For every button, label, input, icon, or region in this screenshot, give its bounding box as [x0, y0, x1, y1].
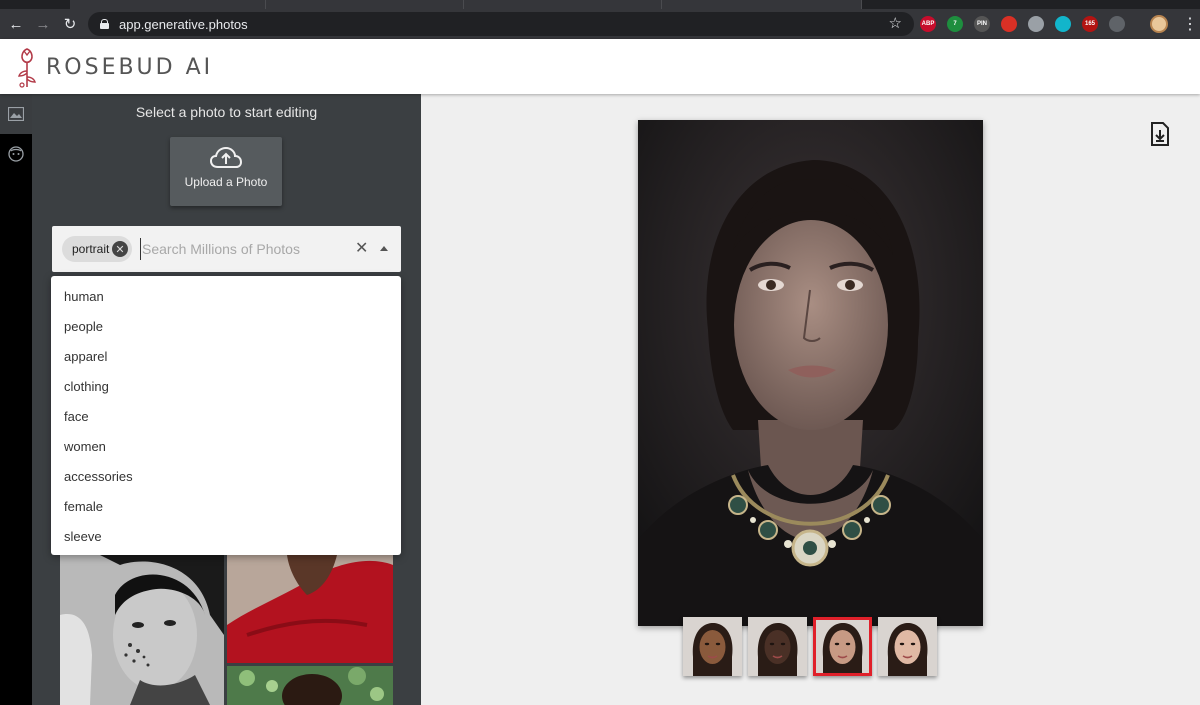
- search-input[interactable]: [140, 238, 340, 260]
- extension-green-icon[interactable]: 7: [947, 16, 963, 32]
- browser-tab[interactable]: [464, 0, 662, 9]
- photo-panel: Select a photo to start editing Upload a…: [32, 94, 421, 705]
- forward-arrow-icon[interactable]: →: [32, 13, 54, 35]
- gallery-photo-curly-hair[interactable]: [227, 666, 393, 705]
- photos-tool-button[interactable]: [0, 94, 32, 134]
- upload-photo-label: Upload a Photo: [184, 175, 268, 189]
- search-tag-label: portrait: [72, 242, 110, 256]
- teal-ext-icon[interactable]: [1055, 16, 1071, 32]
- face-icon: [8, 146, 24, 162]
- app-header: ROSEBUD AI: [0, 39, 1200, 94]
- profile-avatar[interactable]: [1150, 15, 1168, 33]
- adblock-plus-icon[interactable]: ABP: [920, 16, 936, 32]
- extensions-bar: ABP 7 PIN 165 ⋮: [920, 13, 1198, 35]
- main-portrait-photo[interactable]: [638, 120, 983, 626]
- search-suggestions-dropdown: human people apparel clothing face women acces…: [51, 276, 401, 555]
- tool-rail: [0, 94, 32, 705]
- face-thumbnail-2[interactable]: [748, 617, 807, 676]
- face-thumbnail-4[interactable]: [878, 617, 937, 676]
- suggestion-item[interactable]: sleeve: [51, 522, 401, 552]
- suggestion-item[interactable]: face: [51, 402, 401, 432]
- suggestion-item[interactable]: female: [51, 492, 401, 522]
- remove-tag-icon[interactable]: ✕: [112, 241, 128, 257]
- grey-ext-icon[interactable]: [1028, 16, 1044, 32]
- suggestion-item[interactable]: accessories: [51, 462, 401, 492]
- browser-tab[interactable]: [266, 0, 464, 9]
- badge-ext-icon[interactable]: 165: [1082, 16, 1098, 32]
- pocket-icon[interactable]: [1109, 16, 1125, 32]
- address-bar[interactable]: app.generative.photos ☆: [88, 12, 914, 36]
- lock-icon: [100, 19, 109, 29]
- suggestion-item[interactable]: clothing: [51, 372, 401, 402]
- rosebud-logo-icon[interactable]: [14, 45, 40, 89]
- browser-tab-active[interactable]: [662, 0, 862, 9]
- reload-icon[interactable]: ↻: [59, 13, 81, 35]
- gallery-photo-red-dress[interactable]: [227, 555, 393, 663]
- browser-tab-strip: [0, 0, 1200, 9]
- face-thumbnail-3[interactable]: [813, 617, 872, 676]
- search-tag-chip: portrait ✕: [62, 236, 132, 262]
- red-hand-icon[interactable]: [1001, 16, 1017, 32]
- browser-menu-icon[interactable]: ⋮: [1182, 14, 1198, 34]
- panel-title: Select a photo to start editing: [135, 104, 318, 120]
- face-thumbnail-1[interactable]: [683, 617, 742, 676]
- suggestion-item[interactable]: human: [51, 282, 401, 312]
- pin-ext-icon[interactable]: PIN: [974, 16, 990, 32]
- suggestion-item[interactable]: women: [51, 432, 401, 462]
- bookmark-star-icon[interactable]: ☆: [889, 14, 902, 32]
- editor-canvas: [421, 94, 1200, 705]
- suggestion-item[interactable]: apparel: [51, 342, 401, 372]
- upload-photo-button[interactable]: Upload a Photo: [170, 137, 282, 206]
- photo-gallery: [60, 555, 393, 705]
- clear-search-icon[interactable]: ✕: [355, 238, 368, 258]
- photo-search-box: portrait ✕ ✕: [52, 226, 401, 272]
- cloud-upload-icon: [209, 146, 243, 168]
- back-arrow-icon[interactable]: ←: [5, 13, 27, 35]
- browser-toolbar: ← → ↻ app.generative.photos ☆ ABP 7 PIN 165…: [0, 9, 1200, 39]
- image-icon: [8, 107, 24, 121]
- face-variations-strip: [683, 617, 937, 677]
- suggestion-item[interactable]: people: [51, 312, 401, 342]
- url-text: app.generative.photos: [119, 16, 248, 32]
- browser-tab[interactable]: [70, 0, 266, 9]
- gallery-photo-bw-portrait[interactable]: [60, 555, 224, 705]
- face-tool-button[interactable]: [0, 134, 32, 174]
- dropdown-caret-icon[interactable]: [380, 246, 388, 251]
- download-file-icon[interactable]: [1150, 122, 1170, 146]
- brand-name: ROSEBUD AI: [46, 55, 214, 80]
- portrait-image: [638, 120, 983, 626]
